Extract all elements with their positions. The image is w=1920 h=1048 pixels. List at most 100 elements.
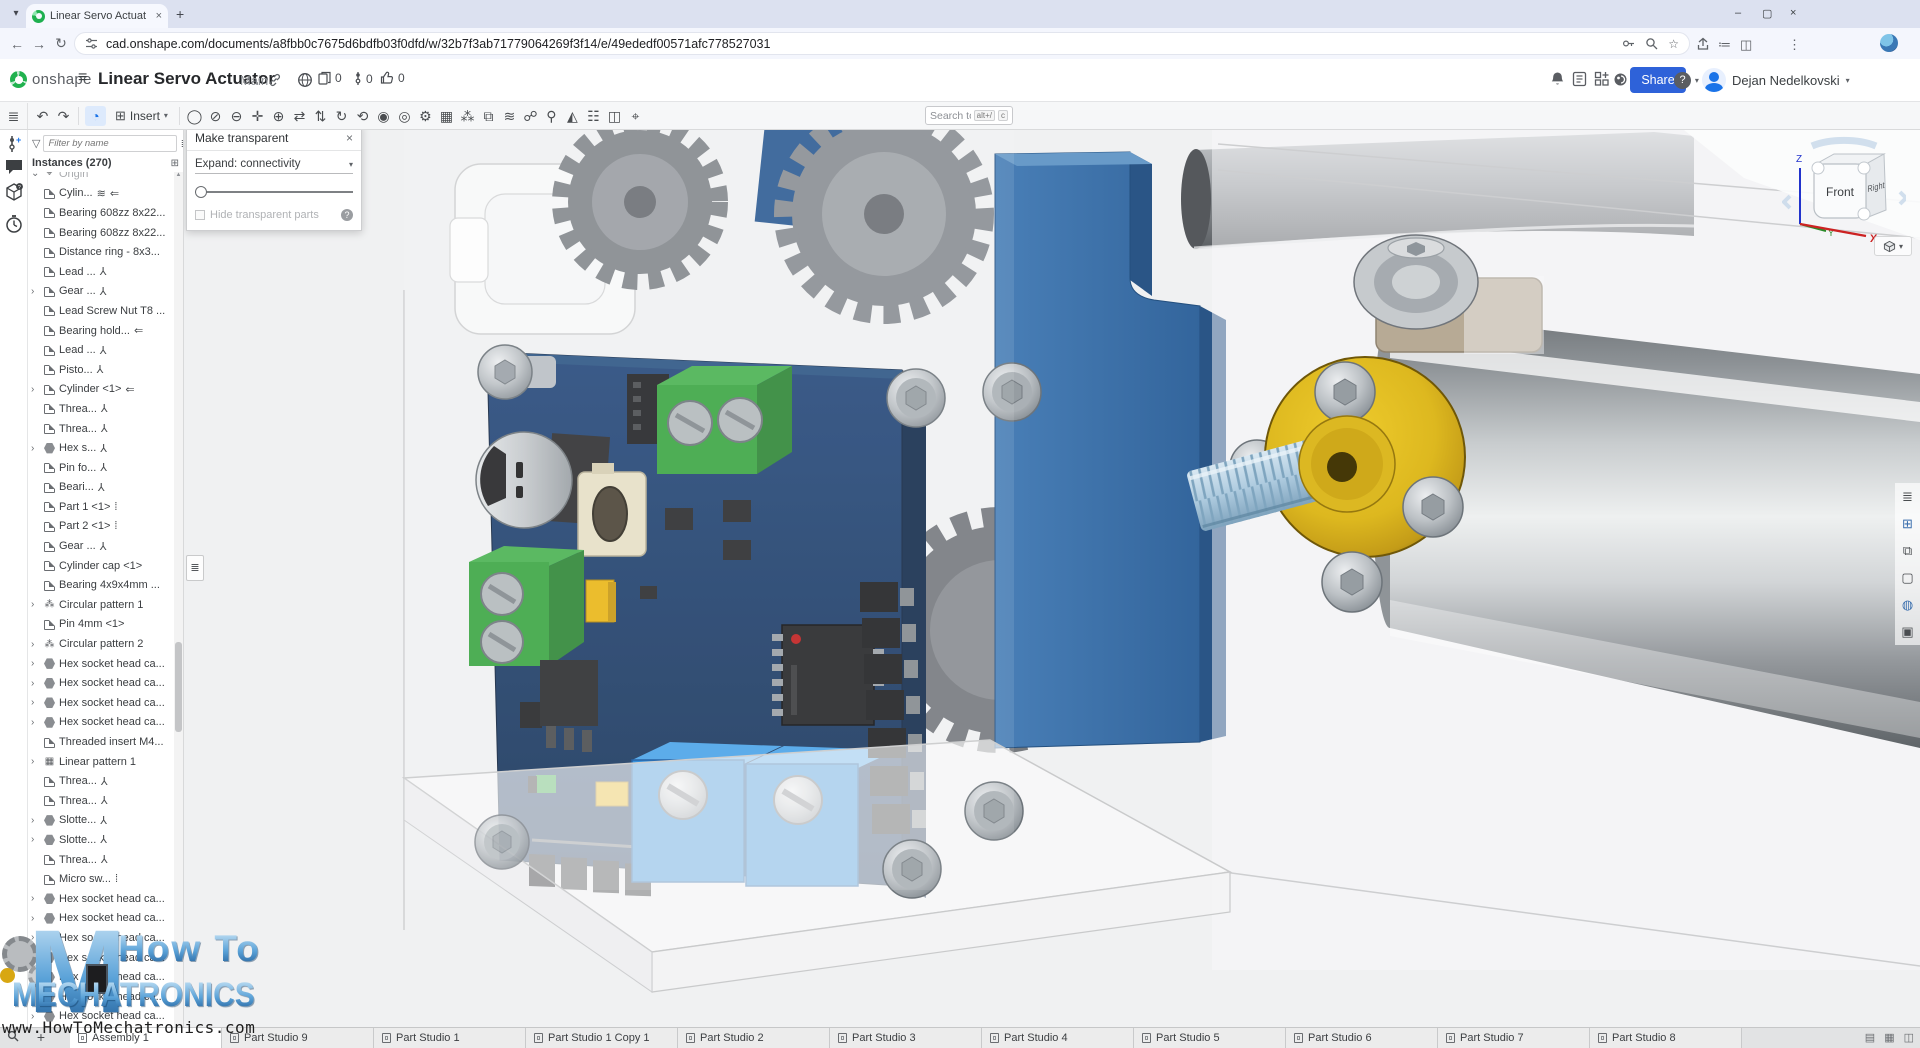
slider-track[interactable] bbox=[195, 191, 353, 193]
replicate-icon[interactable]: ⧉ bbox=[478, 103, 499, 129]
fastened-mate-icon[interactable]: ⊘ bbox=[205, 103, 226, 129]
workspace-name[interactable]: Main bbox=[240, 73, 268, 88]
circular-pattern-icon[interactable]: ⁂ bbox=[457, 103, 478, 129]
window-maximize-button[interactable]: ▢ bbox=[1762, 7, 1772, 20]
mate-connector-icon[interactable]: ✛ bbox=[247, 103, 268, 129]
tree-expand-icon[interactable]: › bbox=[31, 658, 40, 669]
window-minimize-button[interactable]: – bbox=[1735, 7, 1741, 19]
planar-mate-icon[interactable]: ↻ bbox=[331, 103, 352, 129]
tree-item-pisto[interactable]: Pisto...⅄ bbox=[28, 360, 174, 380]
bottom-tab-part-studio-7[interactable]: Part Studio 7 bbox=[1438, 1028, 1590, 1048]
tree-expand-icon[interactable]: › bbox=[31, 717, 40, 728]
tree-item-circular-pattern-1[interactable]: ›⁂Circular pattern 1 bbox=[28, 595, 174, 615]
tree-item-cylinder-cap-1[interactable]: Cylinder cap <1> bbox=[28, 556, 174, 576]
dialog-help-icon[interactable]: ? bbox=[341, 209, 353, 221]
feature-list-icon[interactable]: ≣ bbox=[1895, 483, 1920, 510]
tree-item-cylinder-1[interactable]: ›Cylinder <1>⇐ bbox=[28, 380, 174, 400]
tab-search-icon[interactable] bbox=[0, 1028, 26, 1048]
history-icon[interactable] bbox=[4, 214, 24, 234]
tree-item-hex-socket-head-ca[interactable]: ›Hex socket head ca... bbox=[28, 987, 174, 1007]
tree-item-hex-socket-head-ca[interactable]: ›Hex socket head ca... bbox=[28, 889, 174, 909]
view-options-button[interactable]: ▾ bbox=[1874, 236, 1912, 256]
insert-button[interactable]: ⊞Insert▾ bbox=[108, 108, 175, 124]
cylindrical-mate-icon[interactable]: ⇅ bbox=[310, 103, 331, 129]
parallel-mate-icon[interactable]: ◎ bbox=[394, 103, 415, 129]
render-studio-icon[interactable]: ◍ bbox=[1895, 591, 1920, 618]
cube-body[interactable]: Front Right bbox=[1812, 154, 1886, 220]
tree-expand-icon[interactable]: › bbox=[31, 1011, 40, 1022]
new-tab-button[interactable]: + bbox=[176, 8, 184, 20]
transparency-slider[interactable] bbox=[195, 186, 353, 198]
tree-item-beari[interactable]: Beari...⅄ bbox=[28, 478, 174, 498]
bom-table-icon[interactable]: ⊞ bbox=[1895, 510, 1920, 537]
mate-tools-icon[interactable]: + bbox=[4, 134, 24, 154]
filter-funnel-icon[interactable]: ▽ bbox=[32, 137, 40, 150]
filter-input[interactable] bbox=[43, 135, 177, 152]
assembly-structure-icon[interactable]: ≣ bbox=[0, 103, 28, 129]
document-menu-icon[interactable]: ≡ bbox=[78, 69, 87, 87]
tree-item-bearing-608zz-8x22[interactable]: Bearing 608zz 8x22... bbox=[28, 203, 174, 223]
expand-dropdown[interactable]: Expand: connectivity ▾ bbox=[195, 158, 353, 174]
mate-icon[interactable]: ◯ bbox=[184, 103, 205, 129]
tree-item-circular-pattern-2[interactable]: ›⁂Circular pattern 2 bbox=[28, 634, 174, 654]
bottom-tab-part-studio-8[interactable]: Part Studio 8 bbox=[1590, 1028, 1742, 1048]
url-text[interactable]: cad.onshape.com/documents/a8fbb0c7675d6b… bbox=[106, 37, 1612, 51]
bottom-tab-part-studio-4[interactable]: Part Studio 4 bbox=[982, 1028, 1134, 1048]
group-icon[interactable]: ⊕ bbox=[268, 103, 289, 129]
side-panel-icon[interactable]: ◫ bbox=[1740, 37, 1752, 53]
tree-expand-icon[interactable]: ⌄ bbox=[31, 172, 40, 179]
linear-pattern-icon[interactable]: ▦ bbox=[436, 103, 457, 129]
share-link-icon[interactable] bbox=[268, 73, 282, 87]
tab-close-icon[interactable]: × bbox=[156, 10, 162, 22]
display-states-icon[interactable]: ☷ bbox=[583, 103, 604, 129]
tasks-list-icon[interactable] bbox=[1572, 71, 1587, 87]
bottom-tab-assembly-1[interactable]: Assembly 1 bbox=[70, 1028, 222, 1048]
tree-item-threa[interactable]: Threa...⅄ bbox=[28, 419, 174, 439]
panel-expander-button[interactable]: ≣ bbox=[186, 555, 204, 581]
add-tab-button[interactable]: + bbox=[26, 1028, 56, 1048]
undo-icon[interactable]: ↶ bbox=[32, 103, 53, 129]
tree-item-threa[interactable]: Threa...⅄ bbox=[28, 850, 174, 870]
tree-item-slotte[interactable]: ›Slotte...⅄ bbox=[28, 811, 174, 831]
flange-bolt-top[interactable] bbox=[1315, 362, 1375, 422]
parts-help-icon[interactable]: ? bbox=[4, 182, 24, 202]
tree-item-hex-socket-head-ca[interactable]: ›Hex socket head ca... bbox=[28, 1007, 174, 1027]
share-save-icon[interactable] bbox=[1696, 37, 1710, 51]
comments-icon[interactable] bbox=[4, 157, 24, 177]
tree-expand-icon[interactable]: › bbox=[31, 972, 40, 983]
help-button[interactable]: ? ▾ bbox=[1674, 70, 1699, 89]
tree-expand-icon[interactable]: › bbox=[31, 384, 40, 395]
bottom-tab-part-studio-5[interactable]: Part Studio 5 bbox=[1134, 1028, 1286, 1048]
tree-expand-icon[interactable]: › bbox=[31, 599, 40, 610]
add-instance-icon[interactable]: ⊞ bbox=[171, 158, 179, 169]
tree-item-hex-socket-head-ca[interactable]: ›Hex socket head ca... bbox=[28, 948, 174, 968]
tree-item-lead[interactable]: Lead ...⅄ bbox=[28, 262, 174, 282]
scrollbar-thumb[interactable] bbox=[175, 642, 182, 732]
notifications-bell-icon[interactable] bbox=[1550, 71, 1565, 87]
tree-item-linear-pattern-1[interactable]: ›▦Linear pattern 1 bbox=[28, 752, 174, 772]
tree-expand-icon[interactable]: › bbox=[31, 991, 40, 1002]
measure-icon[interactable]: ⚲ bbox=[541, 103, 562, 129]
gear-relation-icon[interactable]: ⚙ bbox=[415, 103, 436, 129]
configurations-icon[interactable]: ⧉ bbox=[1895, 537, 1920, 564]
3d-viewport[interactable]: Make transparent × Expand: connectivity … bbox=[184, 130, 1920, 1027]
tree-expand-icon[interactable]: › bbox=[31, 913, 40, 924]
named-positions-icon[interactable]: ◫ bbox=[604, 103, 625, 129]
tree-item-threa[interactable]: Threa...⅄ bbox=[28, 399, 174, 419]
tree-expand-icon[interactable]: › bbox=[31, 639, 40, 650]
tree-item-micro-sw[interactable]: Micro sw...⁞ bbox=[28, 869, 174, 889]
named-views-icon[interactable]: ▢ bbox=[1895, 564, 1920, 591]
tree-item-pin-fo[interactable]: Pin fo...⅄ bbox=[28, 458, 174, 478]
tree-expand-icon[interactable]: › bbox=[31, 678, 40, 689]
tree-item-hex-socket-head-ca[interactable]: ›Hex socket head ca... bbox=[28, 654, 174, 674]
bottom-tab-part-studio-9[interactable]: Part Studio 9 bbox=[222, 1028, 374, 1048]
reload-icon[interactable]: ↻ bbox=[50, 35, 72, 52]
zoom-icon[interactable] bbox=[1645, 37, 1658, 50]
tree-item-hex-socket-head-ca[interactable]: ›Hex socket head ca... bbox=[28, 673, 174, 693]
tree-item-lead-screw-nut-t8[interactable]: Lead Screw Nut T8 ... bbox=[28, 301, 174, 321]
tree-item-hex-socket-head-ca[interactable]: ›Hex socket head ca... bbox=[28, 909, 174, 929]
section-view-icon[interactable]: ◭ bbox=[562, 103, 583, 129]
tree-item-gear[interactable]: ›Gear ...⅄ bbox=[28, 282, 174, 302]
forward-icon[interactable]: → bbox=[28, 36, 50, 52]
profile-icon[interactable]: ◫ bbox=[1904, 1028, 1914, 1048]
